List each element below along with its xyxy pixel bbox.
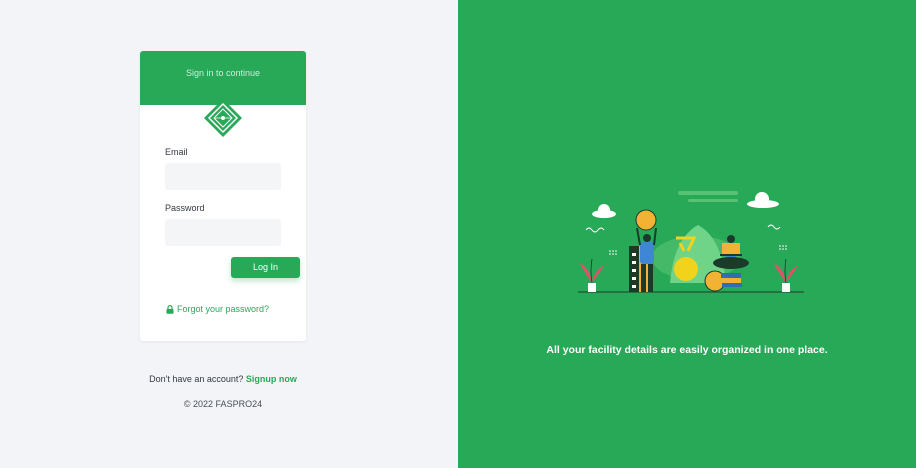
facility-illustration bbox=[578, 191, 804, 293]
plant-left-icon bbox=[580, 258, 604, 292]
forgot-password-label: Forgot your password? bbox=[177, 304, 270, 314]
app-logo-icon bbox=[204, 99, 242, 137]
card-header: Sign in to continue bbox=[140, 51, 306, 105]
login-page: Sign in to continue Email Password Log I… bbox=[0, 0, 916, 468]
no-account-text: Don't have an account? bbox=[149, 374, 244, 384]
password-label: Password bbox=[165, 203, 205, 213]
signup-link[interactable]: Signup now bbox=[246, 374, 297, 384]
forgot-password-link[interactable]: Forgot your password? bbox=[166, 304, 269, 314]
cloud-right-icon bbox=[747, 192, 779, 208]
email-field[interactable] bbox=[165, 163, 281, 190]
promo-panel: All your facility details are easily org… bbox=[458, 0, 916, 468]
email-label: Email bbox=[165, 147, 188, 157]
login-button[interactable]: Log In bbox=[231, 257, 300, 278]
signup-prompt: Don't have an account? Signup now bbox=[0, 374, 446, 384]
header-subtitle: Sign in to continue bbox=[185, 68, 261, 78]
password-field[interactable] bbox=[165, 219, 281, 246]
login-panel: Sign in to continue Email Password Log I… bbox=[0, 0, 458, 468]
plant-right-icon bbox=[774, 258, 798, 292]
cloud-left-icon bbox=[592, 204, 616, 218]
lock-icon bbox=[166, 304, 174, 314]
login-card: Sign in to continue Email Password Log I… bbox=[140, 51, 306, 341]
promo-tagline: All your facility details are easily org… bbox=[546, 344, 828, 356]
copyright: © 2022 FASPRO24 bbox=[183, 399, 263, 409]
